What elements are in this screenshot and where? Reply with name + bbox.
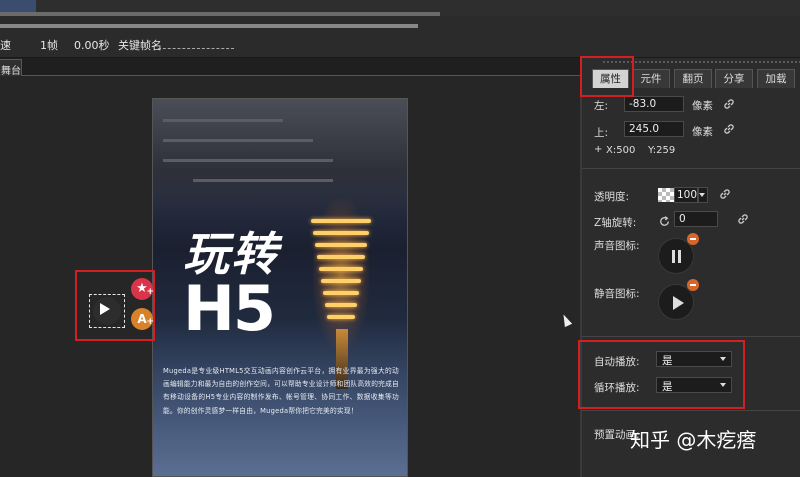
toolbar-accent — [0, 0, 36, 12]
position-plus-icon: + — [594, 144, 603, 155]
plus-icon: + — [146, 287, 154, 297]
left-input[interactable]: -83.0 — [624, 96, 684, 112]
sound-play-button[interactable] — [89, 294, 125, 328]
separator — [582, 410, 800, 411]
top-label: 上: — [594, 127, 609, 139]
mute-icon-picker[interactable] — [658, 279, 699, 320]
opacity-dropdown[interactable] — [698, 187, 708, 203]
link-icon[interactable] — [719, 188, 731, 200]
top-unit: 像素 — [692, 126, 713, 138]
tab-share[interactable]: 分享 — [715, 69, 753, 88]
checker-icon — [658, 188, 674, 202]
stage-tab-row: 舞台 — [0, 58, 580, 77]
top-strip — [0, 0, 800, 16]
link-icon[interactable] — [723, 123, 735, 135]
play-icon — [100, 303, 110, 315]
z-rotation-label: Z轴旋转: — [594, 217, 637, 229]
add-effect-button[interactable]: ★ + — [131, 278, 154, 300]
remove-icon[interactable] — [687, 233, 699, 245]
building-stripe — [163, 119, 283, 122]
text-a-icon: A — [137, 312, 147, 326]
tab-loading[interactable]: 加载 — [757, 69, 795, 88]
opacity-label: 透明度: — [594, 191, 630, 203]
pause-icon — [672, 250, 675, 263]
stage-canvas[interactable]: 玩转 H5 Mugeda是专业级HTML5交互动画内容创作云平台，拥有业界最为强… — [152, 98, 408, 477]
speed-label: 速 — [0, 39, 11, 52]
title-art: 玩转 H5 — [183, 229, 333, 345]
tower-ring — [311, 219, 371, 223]
left-label: 左: — [594, 100, 609, 112]
tab-symbols[interactable]: 元件 — [632, 69, 670, 88]
description-text: Mugeda是专业级HTML5交互动画内容创作云平台，拥有业界最为强大的动画编辑… — [163, 367, 399, 415]
play-icon — [673, 296, 684, 310]
top-input[interactable]: 245.0 — [624, 121, 684, 137]
z-rotation-input[interactable]: 0 — [674, 211, 718, 227]
rotate-icon — [660, 216, 669, 226]
sound-icon-picker[interactable] — [658, 233, 699, 274]
plus-icon: + — [146, 317, 154, 327]
timeline-bar: 速 1帧 0.00秒 关键帧名 — [0, 16, 800, 58]
frame-label: 1帧 — [40, 39, 58, 52]
mute-icon-label: 静音图标: — [594, 288, 640, 300]
autoplay-highlight — [578, 340, 745, 409]
position-y: Y:259 — [648, 145, 676, 156]
remove-icon[interactable] — [687, 279, 699, 291]
keyframe-name-label: 关键帧名 — [118, 39, 162, 52]
timeline-scrollbar[interactable] — [0, 24, 418, 28]
chevron-down-icon — [699, 193, 705, 197]
left-unit: 像素 — [692, 100, 713, 112]
link-icon[interactable] — [737, 213, 749, 225]
building-stripe — [163, 139, 313, 142]
separator — [582, 336, 800, 337]
tab-page-turn[interactable]: 翻页 — [674, 69, 712, 88]
position-x: X:500 — [606, 145, 636, 156]
watermark: 知乎 @木疙瘩 — [630, 428, 757, 452]
properties-panel: 属性 元件 翻页 分享 加载 左: -83.0 像素 上: 245.0 像素 +… — [580, 58, 800, 477]
link-icon[interactable] — [723, 98, 735, 110]
tab-stage[interactable]: 舞台 — [0, 59, 22, 77]
sound-icon-label: 声音图标: — [594, 240, 640, 252]
add-text-button[interactable]: A + — [131, 308, 154, 330]
sound-widget-highlight: ★ + A + — [75, 270, 155, 341]
properties-tab-highlight — [580, 56, 634, 97]
title-h5: H5 — [183, 272, 276, 345]
keyframe-name-input[interactable] — [158, 48, 234, 49]
opacity-input[interactable]: 100 — [674, 187, 698, 203]
separator — [582, 168, 800, 169]
time-label: 0.00秒 — [74, 39, 110, 52]
